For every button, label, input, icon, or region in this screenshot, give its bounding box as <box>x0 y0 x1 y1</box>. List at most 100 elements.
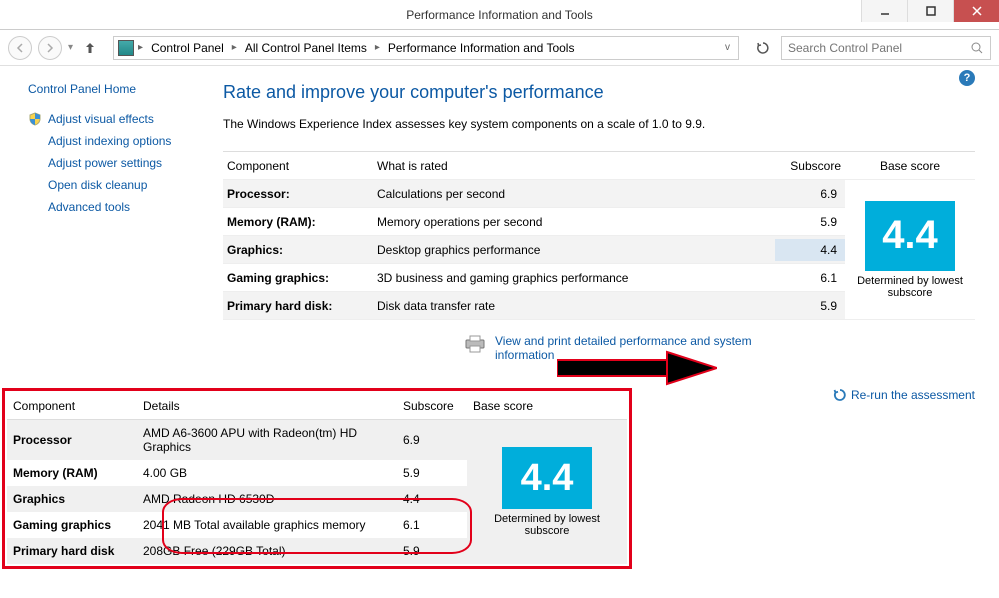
sidebar-item-visual-effects[interactable]: Adjust visual effects <box>28 112 199 126</box>
search-icon <box>970 41 984 55</box>
breadcrumb-control-panel[interactable]: Control Panel <box>147 41 228 55</box>
row-score: 6.1 <box>775 267 845 289</box>
breadcrumb-dropdown-icon[interactable]: v <box>721 42 734 53</box>
detail-basescore-cell: 4.4 Determined by lowest subscore <box>467 420 627 565</box>
dr-score: 5.9 <box>397 460 467 486</box>
row-hdd: Primary hard disk: Disk data transfer ra… <box>223 292 845 320</box>
dr-label: Primary hard disk <box>7 538 137 564</box>
row-processor: Processor: Calculations per second 6.9 <box>223 180 845 208</box>
row-score: 5.9 <box>775 295 845 317</box>
breadcrumb-separator: ▸ <box>375 42 380 53</box>
row-graphics: Graphics: Desktop graphics performance 4… <box>223 236 845 264</box>
toolbar: ▾ ▸ Control Panel ▸ All Control Panel It… <box>0 30 999 66</box>
search-box[interactable] <box>781 36 991 60</box>
dr-detail: AMD A6-3600 APU with Radeon(tm) HD Graph… <box>137 420 397 461</box>
detail-basescore-value: 4.4 <box>502 447 592 509</box>
history-dropdown-icon[interactable]: ▾ <box>68 42 73 53</box>
base-score-value: 4.4 <box>865 201 955 271</box>
dr-score: 4.4 <box>397 486 467 512</box>
row-desc: 3D business and gaming graphics performa… <box>373 267 775 289</box>
dr-detail: 208GB Free (229GB Total) <box>137 538 397 564</box>
title-bar: Performance Information and Tools <box>0 0 999 30</box>
search-input[interactable] <box>788 41 970 55</box>
sidebar-item-cleanup[interactable]: Open disk cleanup <box>28 178 199 192</box>
dr-label: Processor <box>7 420 137 461</box>
close-button[interactable] <box>953 0 999 22</box>
sidebar-item-label: Adjust indexing options <box>48 134 171 148</box>
detail-header-row: Component Details Subscore Base score <box>7 393 627 420</box>
page-heading: Rate and improve your computer's perform… <box>223 82 975 103</box>
printer-icon <box>463 334 487 354</box>
determined-text: Determined by lowest subscore <box>845 275 975 305</box>
score-body: Processor: Calculations per second 6.9 M… <box>223 180 975 320</box>
dr-label: Graphics <box>7 486 137 512</box>
header-what-rated: What is rated <box>373 153 775 179</box>
dr-score: 6.9 <box>397 420 467 461</box>
row-label: Gaming graphics: <box>223 267 373 289</box>
sidebar-item-label: Adjust power settings <box>48 156 162 170</box>
row-desc: Memory operations per second <box>373 211 775 233</box>
row-label: Primary hard disk: <box>223 295 373 317</box>
minimize-button[interactable] <box>861 0 907 22</box>
detail-row-processor: Processor AMD A6-3600 APU with Radeon(tm… <box>7 420 627 461</box>
row-desc: Calculations per second <box>373 183 775 205</box>
dr-detail: AMD Radeon HD 6530D <box>137 486 397 512</box>
folder-icon <box>118 40 134 56</box>
dh-details: Details <box>137 393 397 420</box>
up-button[interactable] <box>79 37 101 59</box>
score-table: Component What is rated Subscore Base sc… <box>223 151 975 320</box>
breadcrumb-current[interactable]: Performance Information and Tools <box>384 41 579 55</box>
sidebar-item-power[interactable]: Adjust power settings <box>28 156 199 170</box>
help-icon[interactable]: ? <box>959 70 975 86</box>
row-memory: Memory (RAM): Memory operations per seco… <box>223 208 845 236</box>
sidebar-item-label: Adjust visual effects <box>48 112 154 126</box>
dr-detail: 4.00 GB <box>137 460 397 486</box>
dh-basescore: Base score <box>467 393 627 420</box>
dh-component: Component <box>7 393 137 420</box>
dr-detail: 2041 MB Total available graphics memory <box>137 512 397 538</box>
dr-score: 6.1 <box>397 512 467 538</box>
shield-icon <box>28 112 42 126</box>
view-print-row: View and print detailed performance and … <box>223 334 975 362</box>
sidebar-item-label: Open disk cleanup <box>48 178 147 192</box>
dr-score: 5.9 <box>397 538 467 564</box>
row-label: Graphics: <box>223 239 373 261</box>
row-score: 5.9 <box>775 211 845 233</box>
breadcrumb-separator: ▸ <box>138 42 143 53</box>
refresh-icon <box>833 388 847 402</box>
row-gaming: Gaming graphics: 3D business and gaming … <box>223 264 845 292</box>
page-subtitle: The Windows Experience Index assesses ke… <box>223 117 975 131</box>
row-score: 4.4 <box>775 239 845 261</box>
row-desc: Desktop graphics performance <box>373 239 775 261</box>
sidebar-item-advanced[interactable]: Advanced tools <box>28 200 199 214</box>
breadcrumb-all-items[interactable]: All Control Panel Items <box>241 41 371 55</box>
control-panel-home-link[interactable]: Control Panel Home <box>28 82 199 96</box>
window-title: Performance Information and Tools <box>0 8 999 22</box>
forward-button[interactable] <box>38 36 62 60</box>
header-component: Component <box>223 153 373 179</box>
detail-table: Component Details Subscore Base score Pr… <box>7 393 627 564</box>
header-basescore: Base score <box>845 155 975 177</box>
sidebar-item-label: Advanced tools <box>48 200 130 214</box>
sidebar-item-indexing[interactable]: Adjust indexing options <box>28 134 199 148</box>
score-rows: Processor: Calculations per second 6.9 M… <box>223 180 845 320</box>
row-label: Processor: <box>223 183 373 205</box>
window-controls <box>861 0 999 22</box>
refresh-button[interactable] <box>751 36 775 60</box>
score-header-row: Component What is rated Subscore Base sc… <box>223 152 975 180</box>
maximize-button[interactable] <box>907 0 953 22</box>
view-print-link[interactable]: View and print detailed performance and … <box>495 334 755 362</box>
dh-subscore: Subscore <box>397 393 467 420</box>
detail-panel: Component Details Subscore Base score Pr… <box>2 388 632 569</box>
detail-determined-text: Determined by lowest subscore <box>467 513 627 545</box>
row-score: 6.9 <box>775 183 845 205</box>
header-subscore: Subscore <box>775 153 845 179</box>
rerun-link[interactable]: Re-run the assessment <box>851 388 975 402</box>
breadcrumb-separator: ▸ <box>232 42 237 53</box>
breadcrumb[interactable]: ▸ Control Panel ▸ All Control Panel Item… <box>113 36 739 60</box>
row-label: Memory (RAM): <box>223 211 373 233</box>
row-desc: Disk data transfer rate <box>373 295 775 317</box>
back-button[interactable] <box>8 36 32 60</box>
dr-label: Memory (RAM) <box>7 460 137 486</box>
dr-label: Gaming graphics <box>7 512 137 538</box>
